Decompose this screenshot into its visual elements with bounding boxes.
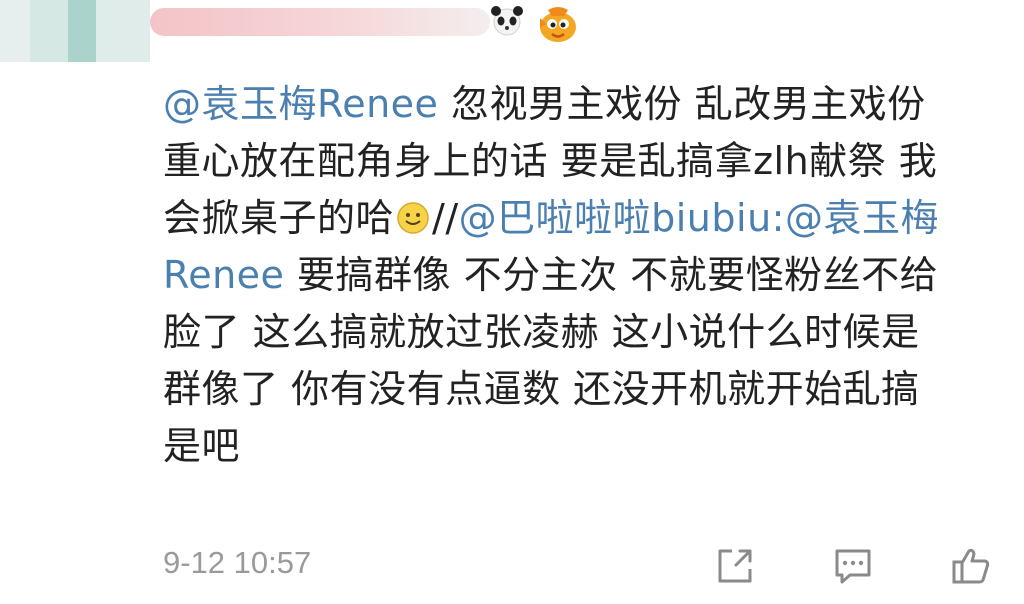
weibo-comment-page: @袁玉梅Renee 忽视男主戏份 乱改男主戏份 重心放在配角身上的话 要是乱搞拿…	[0, 0, 1024, 604]
fish-emoji-icon	[540, 7, 576, 42]
mention-link[interactable]: @袁玉梅Renee	[163, 82, 438, 126]
comment-icon[interactable]	[832, 545, 874, 587]
smiley-emoji-icon	[397, 202, 429, 234]
panda-emoji-icon	[491, 6, 523, 36]
blurred-username[interactable]	[150, 8, 490, 36]
comment-line: 重心放在配角身上的话 要是乱搞拿zlh献祭 我	[163, 139, 938, 183]
thumbs-up-icon[interactable]	[950, 545, 992, 587]
blurred-region	[30, 0, 68, 62]
comment-line: 脸了 这么搞就放过张凌赫 这小说什么时候是	[163, 310, 920, 354]
comment-line: 是吧	[163, 424, 241, 468]
mention-link[interactable]: @袁玉梅	[785, 196, 939, 240]
comment-line: @袁玉梅Renee 忽视男主戏份 乱改男主戏份	[163, 76, 1013, 133]
repost-separator: //	[432, 196, 459, 240]
comment-text-segment: 忽视男主戏份 乱改男主戏份	[451, 82, 926, 126]
colon: :	[771, 196, 785, 240]
blurred-region	[0, 0, 30, 62]
comment-line: 会掀桌子的哈 //@巴啦啦啦biubiu:@袁玉梅	[163, 190, 1013, 247]
blurred-region	[96, 0, 150, 62]
share-icon[interactable]	[714, 545, 756, 587]
mention-link[interactable]: @巴啦啦啦biubiu	[459, 196, 772, 240]
comment-text: @袁玉梅Renee 忽视男主戏份 乱改男主戏份 重心放在配角身上的话 要是乱搞拿…	[163, 76, 1013, 475]
blurred-avatar[interactable]	[68, 0, 96, 62]
comment-line: Renee 要搞群像 不分主次 不就要怪粉丝不给	[163, 247, 1013, 304]
mention-link-continued[interactable]: Renee	[163, 253, 284, 297]
comment-text-segment: 会掀桌子的哈	[163, 196, 395, 240]
comment-timestamp: 9-12 10:57	[163, 545, 312, 580]
comment-line: 群像了 你有没有点逼数 还没开机就开始乱搞	[163, 367, 920, 411]
blurred-user-header	[0, 0, 1024, 62]
comment-text-segment: 要搞群像 不分主次 不就要怪粉丝不给	[297, 253, 939, 297]
